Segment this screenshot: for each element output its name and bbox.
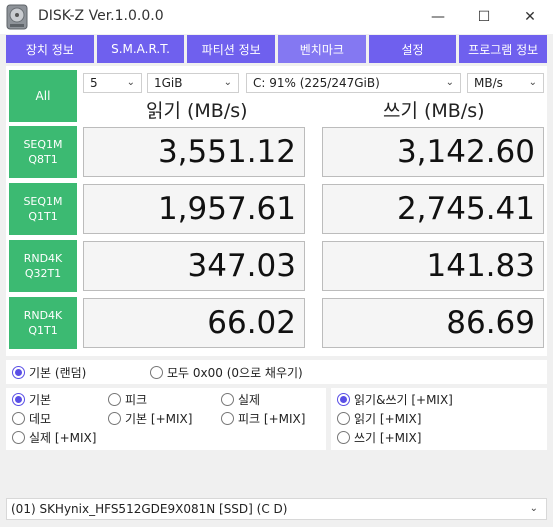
radio-icon: [337, 412, 350, 425]
tab-program-info[interactable]: 프로그램 정보: [459, 35, 548, 63]
tab-settings[interactable]: 설정: [368, 35, 457, 63]
unit-value: MB/s: [474, 76, 503, 90]
size-select[interactable]: 1GiB ⌄: [147, 73, 239, 93]
disk-app-icon: [6, 4, 28, 30]
test-rnd4k-q32t1-button[interactable]: RND4K Q32T1: [9, 240, 77, 292]
mix-read-radio[interactable]: 읽기 [+MIX]: [337, 410, 421, 427]
chevron-down-icon: ⌄: [528, 77, 537, 88]
mix-label: 쓰기 [+MIX]: [354, 431, 422, 445]
chevron-down-icon: ⌄: [126, 77, 135, 88]
row-label-line2: Q8T1: [28, 153, 58, 166]
row-label-line2: Q1T1: [28, 210, 58, 223]
read-result: 3,551.12: [83, 127, 305, 177]
profile-label: 데모: [29, 412, 52, 426]
write-result: 2,745.41: [322, 184, 544, 234]
profile-peak-radio[interactable]: 피크: [108, 391, 147, 408]
data-zero-radio[interactable]: 모두 0x00 (0으로 채우기): [150, 364, 303, 381]
radio-icon: [108, 393, 121, 406]
maximize-button[interactable]: ☐: [461, 0, 507, 34]
radio-selected-icon: [12, 366, 25, 379]
all-button[interactable]: All: [9, 70, 77, 122]
read-result: 347.03: [83, 241, 305, 291]
profile-label: 피크: [125, 393, 148, 407]
radio-icon: [337, 431, 350, 444]
drive-value: C: 91% (225/247GiB): [253, 76, 380, 90]
data-mode-panel: 기본 (랜덤) 모두 0x00 (0으로 채우기): [6, 360, 547, 384]
test-rnd4k-q1t1-button[interactable]: RND4K Q1T1: [9, 297, 77, 349]
test-seq1m-q8t1-button[interactable]: SEQ1M Q8T1: [9, 126, 77, 178]
count-select[interactable]: 5 ⌄: [83, 73, 142, 93]
write-result: 86.69: [322, 298, 544, 348]
mix-readwrite-radio[interactable]: 읽기&쓰기 [+MIX]: [337, 391, 453, 408]
read-result: 66.02: [83, 298, 305, 348]
profile-panel: 기본 피크 실제 데모 기본 [+MIX] 피크 [+MIX] 실제 [+MIX…: [6, 388, 326, 450]
profile-default-radio[interactable]: 기본: [12, 391, 51, 408]
write-result: 3,142.60: [322, 127, 544, 177]
data-random-radio[interactable]: 기본 (랜덤): [12, 364, 86, 381]
profile-label: 기본 [+MIX]: [125, 412, 193, 426]
title-bar: DISK-Z Ver.1.0.0.0 — ☐ ✕: [0, 0, 553, 34]
unit-select[interactable]: MB/s ⌄: [467, 73, 544, 93]
row-label-line1: RND4K: [23, 309, 63, 322]
profile-default-mix-radio[interactable]: 기본 [+MIX]: [108, 410, 192, 427]
radio-icon: [221, 393, 234, 406]
chevron-down-icon: ⌄: [529, 503, 538, 514]
write-result: 141.83: [322, 241, 544, 291]
count-value: 5: [90, 76, 98, 90]
profile-label: 실제: [238, 393, 261, 407]
profile-label: 기본: [29, 393, 52, 407]
row-label-line1: RND4K: [23, 252, 63, 265]
write-header: 쓰기 (MB/s): [383, 100, 485, 122]
drive-select[interactable]: C: 91% (225/247GiB) ⌄: [246, 73, 461, 93]
profile-label: 실제 [+MIX]: [29, 431, 97, 445]
row-label-line2: Q1T1: [28, 324, 58, 337]
test-seq1m-q1t1-button[interactable]: SEQ1M Q1T1: [9, 183, 77, 235]
tab-smart[interactable]: S.M.A.R.T.: [96, 35, 185, 63]
radio-icon: [150, 366, 163, 379]
tab-bar: 장치 정보 S.M.A.R.T. 파티션 정보 벤치마크 설정 프로그램 정보: [6, 35, 548, 63]
minimize-button[interactable]: —: [415, 0, 461, 34]
tab-device-info[interactable]: 장치 정보: [6, 35, 94, 63]
row-label-line1: SEQ1M: [23, 195, 63, 208]
mix-write-radio[interactable]: 쓰기 [+MIX]: [337, 429, 421, 446]
size-value: 1GiB: [154, 76, 183, 90]
device-select[interactable]: (01) SKHynix_HFS512GDE9X081N [SSD] (C D)…: [6, 498, 547, 520]
profile-real-radio[interactable]: 실제: [221, 391, 260, 408]
data-zero-label: 모두 0x00 (0으로 채우기): [167, 366, 303, 380]
row-label-line1: SEQ1M: [23, 138, 63, 151]
radio-icon: [221, 412, 234, 425]
radio-selected-icon: [12, 393, 25, 406]
mix-label: 읽기&쓰기 [+MIX]: [354, 393, 453, 407]
close-button[interactable]: ✕: [507, 0, 553, 34]
read-header: 읽기 (MB/s): [146, 100, 248, 122]
row-label-line2: Q32T1: [24, 267, 62, 280]
mix-label: 읽기 [+MIX]: [354, 412, 422, 426]
mix-mode-panel: 읽기&쓰기 [+MIX] 읽기 [+MIX] 쓰기 [+MIX]: [331, 388, 547, 450]
radio-icon: [12, 412, 25, 425]
radio-icon: [12, 431, 25, 444]
radio-selected-icon: [337, 393, 350, 406]
profile-demo-radio[interactable]: 데모: [12, 410, 51, 427]
profile-real-mix-radio[interactable]: 실제 [+MIX]: [12, 429, 96, 446]
read-result: 1,957.61: [83, 184, 305, 234]
profile-peak-mix-radio[interactable]: 피크 [+MIX]: [221, 410, 305, 427]
chevron-down-icon: ⌄: [445, 77, 454, 88]
window-title: DISK-Z Ver.1.0.0.0: [38, 8, 164, 24]
device-select-value: (01) SKHynix_HFS512GDE9X081N [SSD] (C D): [11, 502, 288, 516]
radio-icon: [108, 412, 121, 425]
tab-partition-info[interactable]: 파티션 정보: [187, 35, 276, 63]
chevron-down-icon: ⌄: [223, 77, 232, 88]
profile-label: 피크 [+MIX]: [238, 412, 306, 426]
tab-benchmark[interactable]: 벤치마크: [278, 35, 366, 63]
benchmark-panel: All 5 ⌄ 1GiB ⌄ C: 91% (225/247GiB) ⌄ MB/…: [6, 66, 547, 356]
data-random-label: 기본 (랜덤): [29, 366, 87, 380]
